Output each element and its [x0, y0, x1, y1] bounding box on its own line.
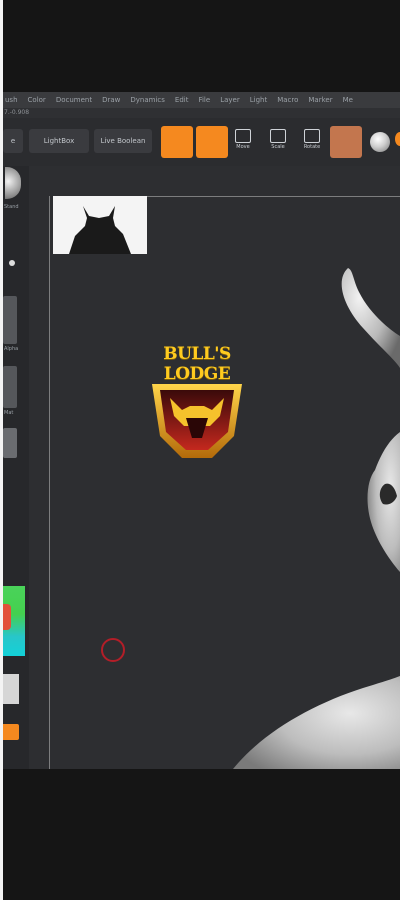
zbrush-screen: ush Color Document Draw Dynamics Edit Fi…	[3, 92, 400, 769]
brush-cursor	[101, 638, 125, 662]
video-bottom-bar	[3, 769, 400, 900]
logo-wordmark: BULL'S LODGE	[163, 344, 231, 384]
